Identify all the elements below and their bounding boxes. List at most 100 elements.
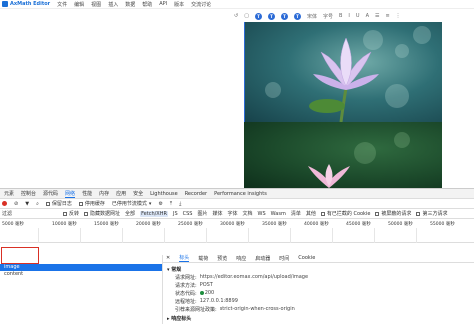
tab-network[interactable]: 网络 [65, 190, 76, 198]
hide-data-urls-checkbox[interactable]: 隐藏数据网址 [84, 210, 120, 217]
lotus-image-dark[interactable] [244, 122, 442, 188]
lotus-flower-icon [309, 37, 379, 122]
status-ok-icon [199, 290, 204, 295]
filter-all[interactable]: 全部 [125, 210, 135, 217]
image-area [244, 22, 442, 188]
text-style-1-icon[interactable]: T [254, 12, 262, 20]
tab-application[interactable]: 应用 [116, 190, 126, 197]
import-icon[interactable]: ⤒ [170, 201, 172, 207]
network-timeline[interactable]: 5000 毫秒 10000 毫秒 15000 毫秒 20000 毫秒 25000… [0, 219, 474, 243]
timeline-tick: 15000 毫秒 [94, 222, 119, 227]
devtools-tabs: 元素 控制台 源代码 网络 性能 内存 应用 安全 Lighthouse Rec… [0, 189, 474, 199]
detail-row: 状态代码: 200 [175, 290, 215, 297]
text-style-3-icon[interactable]: T [280, 12, 288, 20]
timeline-tick: 30000 毫秒 [220, 222, 245, 227]
tab-response[interactable]: 响应 [236, 255, 246, 262]
tab-cookies[interactable]: Cookie [298, 255, 315, 261]
underline-icon[interactable]: U [356, 13, 360, 19]
timeline-tick: 45000 毫秒 [346, 222, 371, 227]
align-icon[interactable]: ☰ [375, 13, 379, 19]
menu-item-view[interactable]: 视图 [91, 1, 101, 8]
tab-headers[interactable]: 标头 [179, 254, 190, 262]
filter-font[interactable]: 字体 [228, 210, 238, 217]
bold-icon[interactable]: B [339, 13, 342, 19]
italic-icon[interactable]: I [348, 13, 349, 19]
timeline-tick: 10000 毫秒 [52, 222, 77, 227]
filter-media[interactable]: 媒体 [212, 210, 222, 217]
more-icon[interactable]: ⋮ [396, 13, 401, 19]
filter-js[interactable]: JS [173, 211, 178, 217]
tab-security[interactable]: 安全 [133, 190, 143, 197]
tab-timing[interactable]: 时间 [279, 255, 289, 262]
menu-item-help[interactable]: 帮助 [142, 1, 152, 8]
invert-checkbox[interactable]: 反转 [63, 210, 79, 217]
filter-doc[interactable]: 文档 [243, 210, 253, 217]
format-icon[interactable]: ▢ [244, 13, 249, 19]
menu-item-discuss[interactable]: 交流讨论 [191, 1, 211, 8]
disable-cache-checkbox[interactable]: 停用缓存 [78, 200, 105, 207]
tab-lighthouse[interactable]: Lighthouse [150, 191, 178, 197]
timeline-tick: 40000 毫秒 [304, 222, 329, 227]
tab-performance[interactable]: 性能 [82, 190, 92, 197]
text-style-2-icon[interactable]: T [267, 12, 275, 20]
tab-memory[interactable]: 内存 [99, 190, 109, 197]
tab-recorder[interactable]: Recorder [185, 191, 207, 197]
search-icon[interactable]: ⌕ [36, 201, 39, 207]
menu-item-file[interactable]: 文件 [57, 1, 67, 8]
record-icon[interactable] [2, 201, 7, 206]
close-icon[interactable]: ✕ [166, 255, 170, 261]
timeline-tick: 25000 毫秒 [178, 222, 203, 227]
menu-item-insert[interactable]: 插入 [108, 1, 118, 8]
third-party-checkbox[interactable]: 第三方请求 [416, 210, 447, 217]
request-row-image[interactable]: image [0, 264, 162, 271]
timeline-tick: 50000 毫秒 [388, 222, 413, 227]
filter-fetch-xhr[interactable]: Fetch/XHR [140, 210, 168, 217]
tab-sources[interactable]: 源代码 [43, 190, 58, 197]
tab-payload[interactable]: 载荷 [198, 255, 208, 262]
filter-wasm[interactable]: Wasm [271, 211, 286, 217]
lotus-flower-icon [308, 164, 350, 188]
clear-icon[interactable]: ⊘ [14, 201, 18, 207]
tab-performance-insights[interactable]: Performance insights [214, 191, 267, 197]
blocked-cookies-checkbox[interactable]: 有已拦截的 Cookie [320, 210, 370, 217]
menu-item-data[interactable]: 数据 [125, 1, 135, 8]
menu-item-edit[interactable]: 编辑 [74, 1, 84, 8]
font-family-select[interactable]: 宋体 [307, 13, 317, 20]
throttling-select[interactable]: 已停用节流模式 ▾ [112, 200, 152, 208]
filter-label[interactable]: 过滤 [2, 210, 12, 217]
font-color-icon[interactable]: A [366, 13, 369, 19]
list-icon[interactable]: ≡ [385, 13, 389, 19]
preserve-log-checkbox[interactable]: 保留日志 [45, 200, 72, 207]
timeline-tick: 55000 毫秒 [430, 222, 455, 227]
filter-icon[interactable]: ▼ [25, 201, 29, 207]
timeline-tick: 35000 毫秒 [262, 222, 287, 227]
font-size-select[interactable]: 字号 [323, 13, 333, 20]
filter-manifest[interactable]: 清单 [291, 210, 301, 217]
filter-ws[interactable]: WS [258, 211, 266, 217]
text-style-4-icon[interactable]: T [293, 12, 301, 20]
menu-item-api[interactable]: API [159, 1, 167, 7]
tab-console[interactable]: 控制台 [21, 190, 36, 197]
devtools-panel: 元素 控制台 源代码 网络 性能 内存 应用 安全 Lighthouse Rec… [0, 188, 474, 324]
general-section-header[interactable]: ▾ 常规 [167, 266, 181, 273]
lotus-image[interactable] [244, 22, 442, 122]
app-title-text: AxMath Editor [10, 1, 51, 7]
editor-toolbar: ↺ ▢ T T T T 宋体 字号 B I U A ☰ ≡ ⋮ [234, 11, 474, 21]
filter-img[interactable]: 图片 [197, 210, 207, 217]
filter-other[interactable]: 其他 [306, 210, 316, 217]
timeline-tick: 20000 毫秒 [136, 222, 161, 227]
network-conditions-icon[interactable]: ⚙ [158, 201, 162, 207]
export-icon[interactable]: ⤓ [179, 201, 181, 207]
app-title: AxMath Editor [2, 1, 50, 7]
response-headers-section[interactable]: ▸ 响应标头 [167, 315, 191, 322]
blocked-requests-checkbox[interactable]: 被屏蔽的请求 [375, 210, 411, 217]
menu-item-version[interactable]: 版本 [174, 1, 184, 8]
request-details: ✕ 标头 载荷 预览 响应 启动器 时间 Cookie ▾ 常规 请求网址: h… [162, 255, 474, 324]
request-row-content[interactable]: content [0, 271, 162, 278]
tab-initiator[interactable]: 启动器 [255, 255, 270, 262]
filter-css[interactable]: CSS [183, 211, 193, 217]
tab-elements[interactable]: 元素 [4, 190, 14, 197]
undo-icon[interactable]: ↺ [234, 13, 238, 19]
tab-preview[interactable]: 预览 [217, 255, 227, 262]
timeline-tick: 5000 毫秒 [2, 222, 24, 227]
